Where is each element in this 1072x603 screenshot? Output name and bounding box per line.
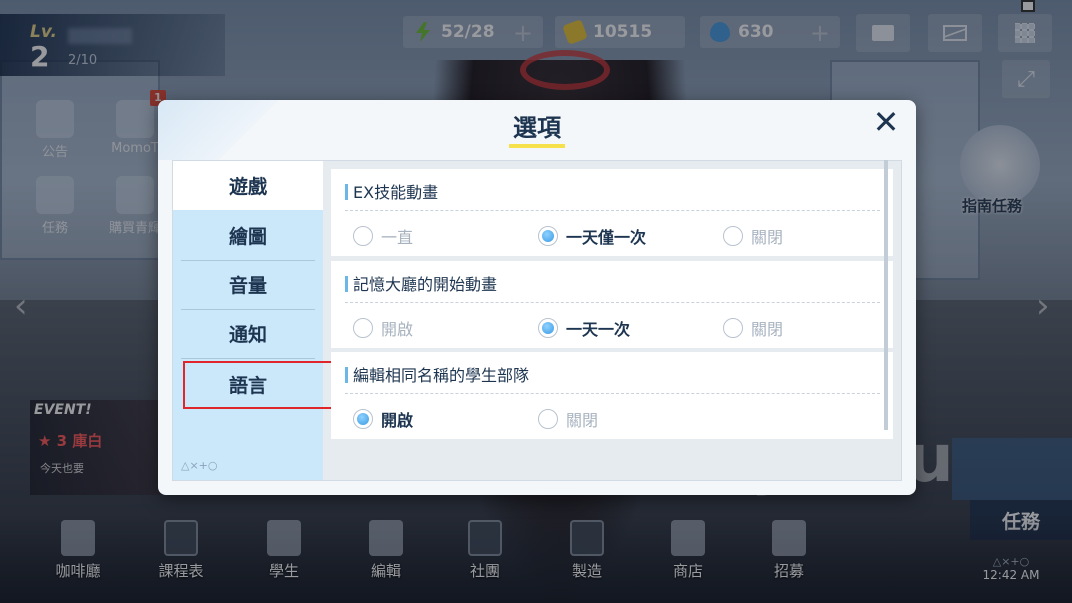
dialog-body: 遊戲 繪圖 音量 通知 語言 △×+○ EX技能動畫 一直 一天僅一次 關閉 記… xyxy=(172,160,902,481)
options-panel: EX技能動畫 一直 一天僅一次 關閉 記憶大廳的開始動畫 開啟 一天一次 關閉 … xyxy=(331,169,893,476)
radio-circle xyxy=(538,318,558,338)
close-icon: ✕ xyxy=(872,103,900,141)
radio-label: 開啟 xyxy=(381,320,414,339)
radio-off[interactable]: 關閉 xyxy=(723,316,783,340)
radio-circle xyxy=(723,226,743,246)
radio-label: 關閉 xyxy=(566,411,599,430)
radio-circle xyxy=(723,318,743,338)
option-divider xyxy=(345,393,880,394)
radio-label: 關閉 xyxy=(751,228,784,247)
dialog-title: 選項 xyxy=(513,114,561,142)
tab-notification[interactable]: 通知 xyxy=(173,309,323,358)
option-divider xyxy=(345,210,880,211)
radio-label: 關閉 xyxy=(751,320,784,339)
tab-graphics[interactable]: 繪圖 xyxy=(173,211,323,260)
radio-once-a-day[interactable]: 一天一次 xyxy=(538,316,630,340)
radio-circle xyxy=(353,409,373,429)
title-underline xyxy=(509,144,565,148)
option-heading: EX技能動畫 xyxy=(345,179,438,203)
option-divider xyxy=(345,302,880,303)
radio-label: 開啟 xyxy=(381,411,414,430)
options-dialog: 選項 ✕ 遊戲 繪圖 音量 通知 語言 △×+○ EX技能動畫 一直 一天僅一次… xyxy=(158,100,916,495)
option-heading-text: EX技能動畫 xyxy=(353,183,439,202)
radio-circle xyxy=(538,226,558,246)
options-tab-list: 遊戲 繪圖 音量 通知 語言 △×+○ xyxy=(173,161,323,480)
radio-on[interactable]: 開啟 xyxy=(353,316,413,340)
option-heading: 記憶大廳的開始動畫 xyxy=(345,271,497,295)
option-same-name-student-squad: 編輯相同名稱的學生部隊 開啟 關閉 xyxy=(331,352,893,439)
radio-once-a-day[interactable]: 一天僅一次 xyxy=(538,224,646,248)
tab-game[interactable]: 遊戲 xyxy=(173,161,323,210)
option-memory-lobby-animation: 記憶大廳的開始動畫 開啟 一天一次 關閉 xyxy=(331,261,893,348)
heading-bar xyxy=(345,184,348,200)
radio-off[interactable]: 關閉 xyxy=(538,407,598,431)
radio-label: 一直 xyxy=(381,228,414,247)
radio-on[interactable]: 開啟 xyxy=(353,407,413,431)
option-heading: 編輯相同名稱的學生部隊 xyxy=(345,362,529,386)
radio-circle xyxy=(538,409,558,429)
tab-shapes-decoration: △×+○ xyxy=(181,459,218,472)
heading-bar xyxy=(345,367,348,383)
options-scrollbar[interactable] xyxy=(884,160,888,430)
radio-label: 一天一次 xyxy=(566,320,631,339)
radio-label: 一天僅一次 xyxy=(566,228,647,247)
close-button[interactable]: ✕ xyxy=(870,106,902,138)
radio-circle xyxy=(353,318,373,338)
language-tab-highlight xyxy=(183,361,333,409)
option-ex-skill-animation: EX技能動畫 一直 一天僅一次 關閉 xyxy=(331,169,893,256)
heading-bar xyxy=(345,276,348,292)
radio-circle xyxy=(353,226,373,246)
radio-always[interactable]: 一直 xyxy=(353,224,413,248)
tab-volume[interactable]: 音量 xyxy=(173,260,323,309)
option-heading-text: 記憶大廳的開始動畫 xyxy=(353,275,498,294)
tab-divider xyxy=(181,358,315,359)
radio-off[interactable]: 關閉 xyxy=(723,224,783,248)
option-heading-text: 編輯相同名稱的學生部隊 xyxy=(353,366,530,385)
